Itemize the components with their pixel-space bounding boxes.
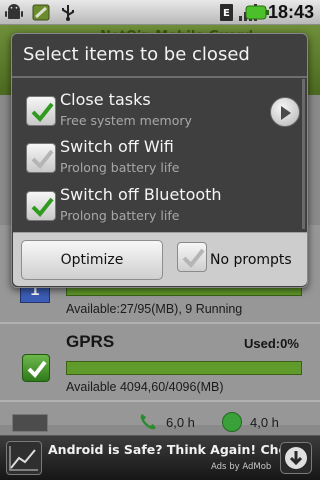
download-icon[interactable] bbox=[280, 442, 312, 474]
ad-attribution: Ads by AdMob bbox=[211, 462, 272, 472]
no-prompts-checkbox[interactable] bbox=[177, 242, 207, 272]
gprs-available: Available 4094,60/4096(MB) bbox=[66, 380, 224, 394]
call-time: 6,0 h bbox=[166, 415, 195, 430]
ad-text[interactable]: Android is Safe? Think Again! Check bbox=[48, 442, 303, 457]
web-time: 4,0 h bbox=[250, 415, 279, 430]
option-title: Close tasks bbox=[60, 90, 151, 109]
divider bbox=[0, 322, 320, 324]
bluetooth-checkbox[interactable] bbox=[26, 191, 56, 221]
battery-graph-icon bbox=[12, 414, 48, 432]
gprs-bar bbox=[66, 361, 302, 375]
option-close-tasks[interactable]: Close tasks Free system memory bbox=[26, 90, 296, 134]
dialog-title: Select items to be closed bbox=[23, 44, 250, 65]
wifi-checkbox[interactable] bbox=[26, 143, 56, 173]
gprs-title: GPRS bbox=[66, 332, 115, 351]
app-icon bbox=[30, 3, 54, 22]
gprs-checkbox[interactable] bbox=[22, 354, 50, 382]
divider bbox=[0, 400, 320, 402]
option-title: Switch off Wifi bbox=[60, 137, 174, 156]
dialog-scrollbar[interactable] bbox=[302, 79, 305, 229]
dialog-footer: Optimize No prompts bbox=[13, 232, 307, 286]
chart-icon bbox=[6, 441, 42, 475]
status-bar: E 18:43 bbox=[0, 0, 320, 25]
no-prompts-label: No prompts bbox=[210, 252, 292, 268]
android-icon bbox=[4, 3, 24, 22]
select-items-dialog: Select items to be closed Close tasks Fr… bbox=[11, 33, 308, 288]
globe-icon bbox=[222, 412, 242, 432]
option-subtitle: Free system memory bbox=[60, 113, 192, 128]
option-title: Switch off Bluetooth bbox=[60, 185, 222, 204]
gprs-used: Used:0% bbox=[244, 336, 299, 351]
optimize-button[interactable]: Optimize bbox=[21, 240, 163, 280]
dialog-divider bbox=[12, 76, 307, 78]
memory-status: Available:27/95(MB), 9 Running bbox=[66, 302, 243, 316]
option-subtitle: Prolong battery life bbox=[60, 160, 180, 175]
svg-text:E: E bbox=[223, 8, 230, 19]
option-switch-off-wifi[interactable]: Switch off Wifi Prolong battery life bbox=[26, 137, 296, 181]
task-details-button[interactable] bbox=[270, 97, 300, 127]
close-tasks-checkbox[interactable] bbox=[26, 96, 56, 126]
edge-icon: E bbox=[220, 3, 235, 22]
usb-icon bbox=[58, 3, 78, 22]
ad-banner[interactable]: Android is Safe? Think Again! Check Ads … bbox=[0, 435, 320, 480]
option-subtitle: Prolong battery life bbox=[60, 208, 180, 223]
phone-icon bbox=[138, 412, 158, 432]
battery-icon bbox=[244, 3, 270, 22]
clock: 18:43 bbox=[267, 2, 314, 22]
option-switch-off-bluetooth[interactable]: Switch off Bluetooth Prolong battery lif… bbox=[26, 185, 296, 229]
